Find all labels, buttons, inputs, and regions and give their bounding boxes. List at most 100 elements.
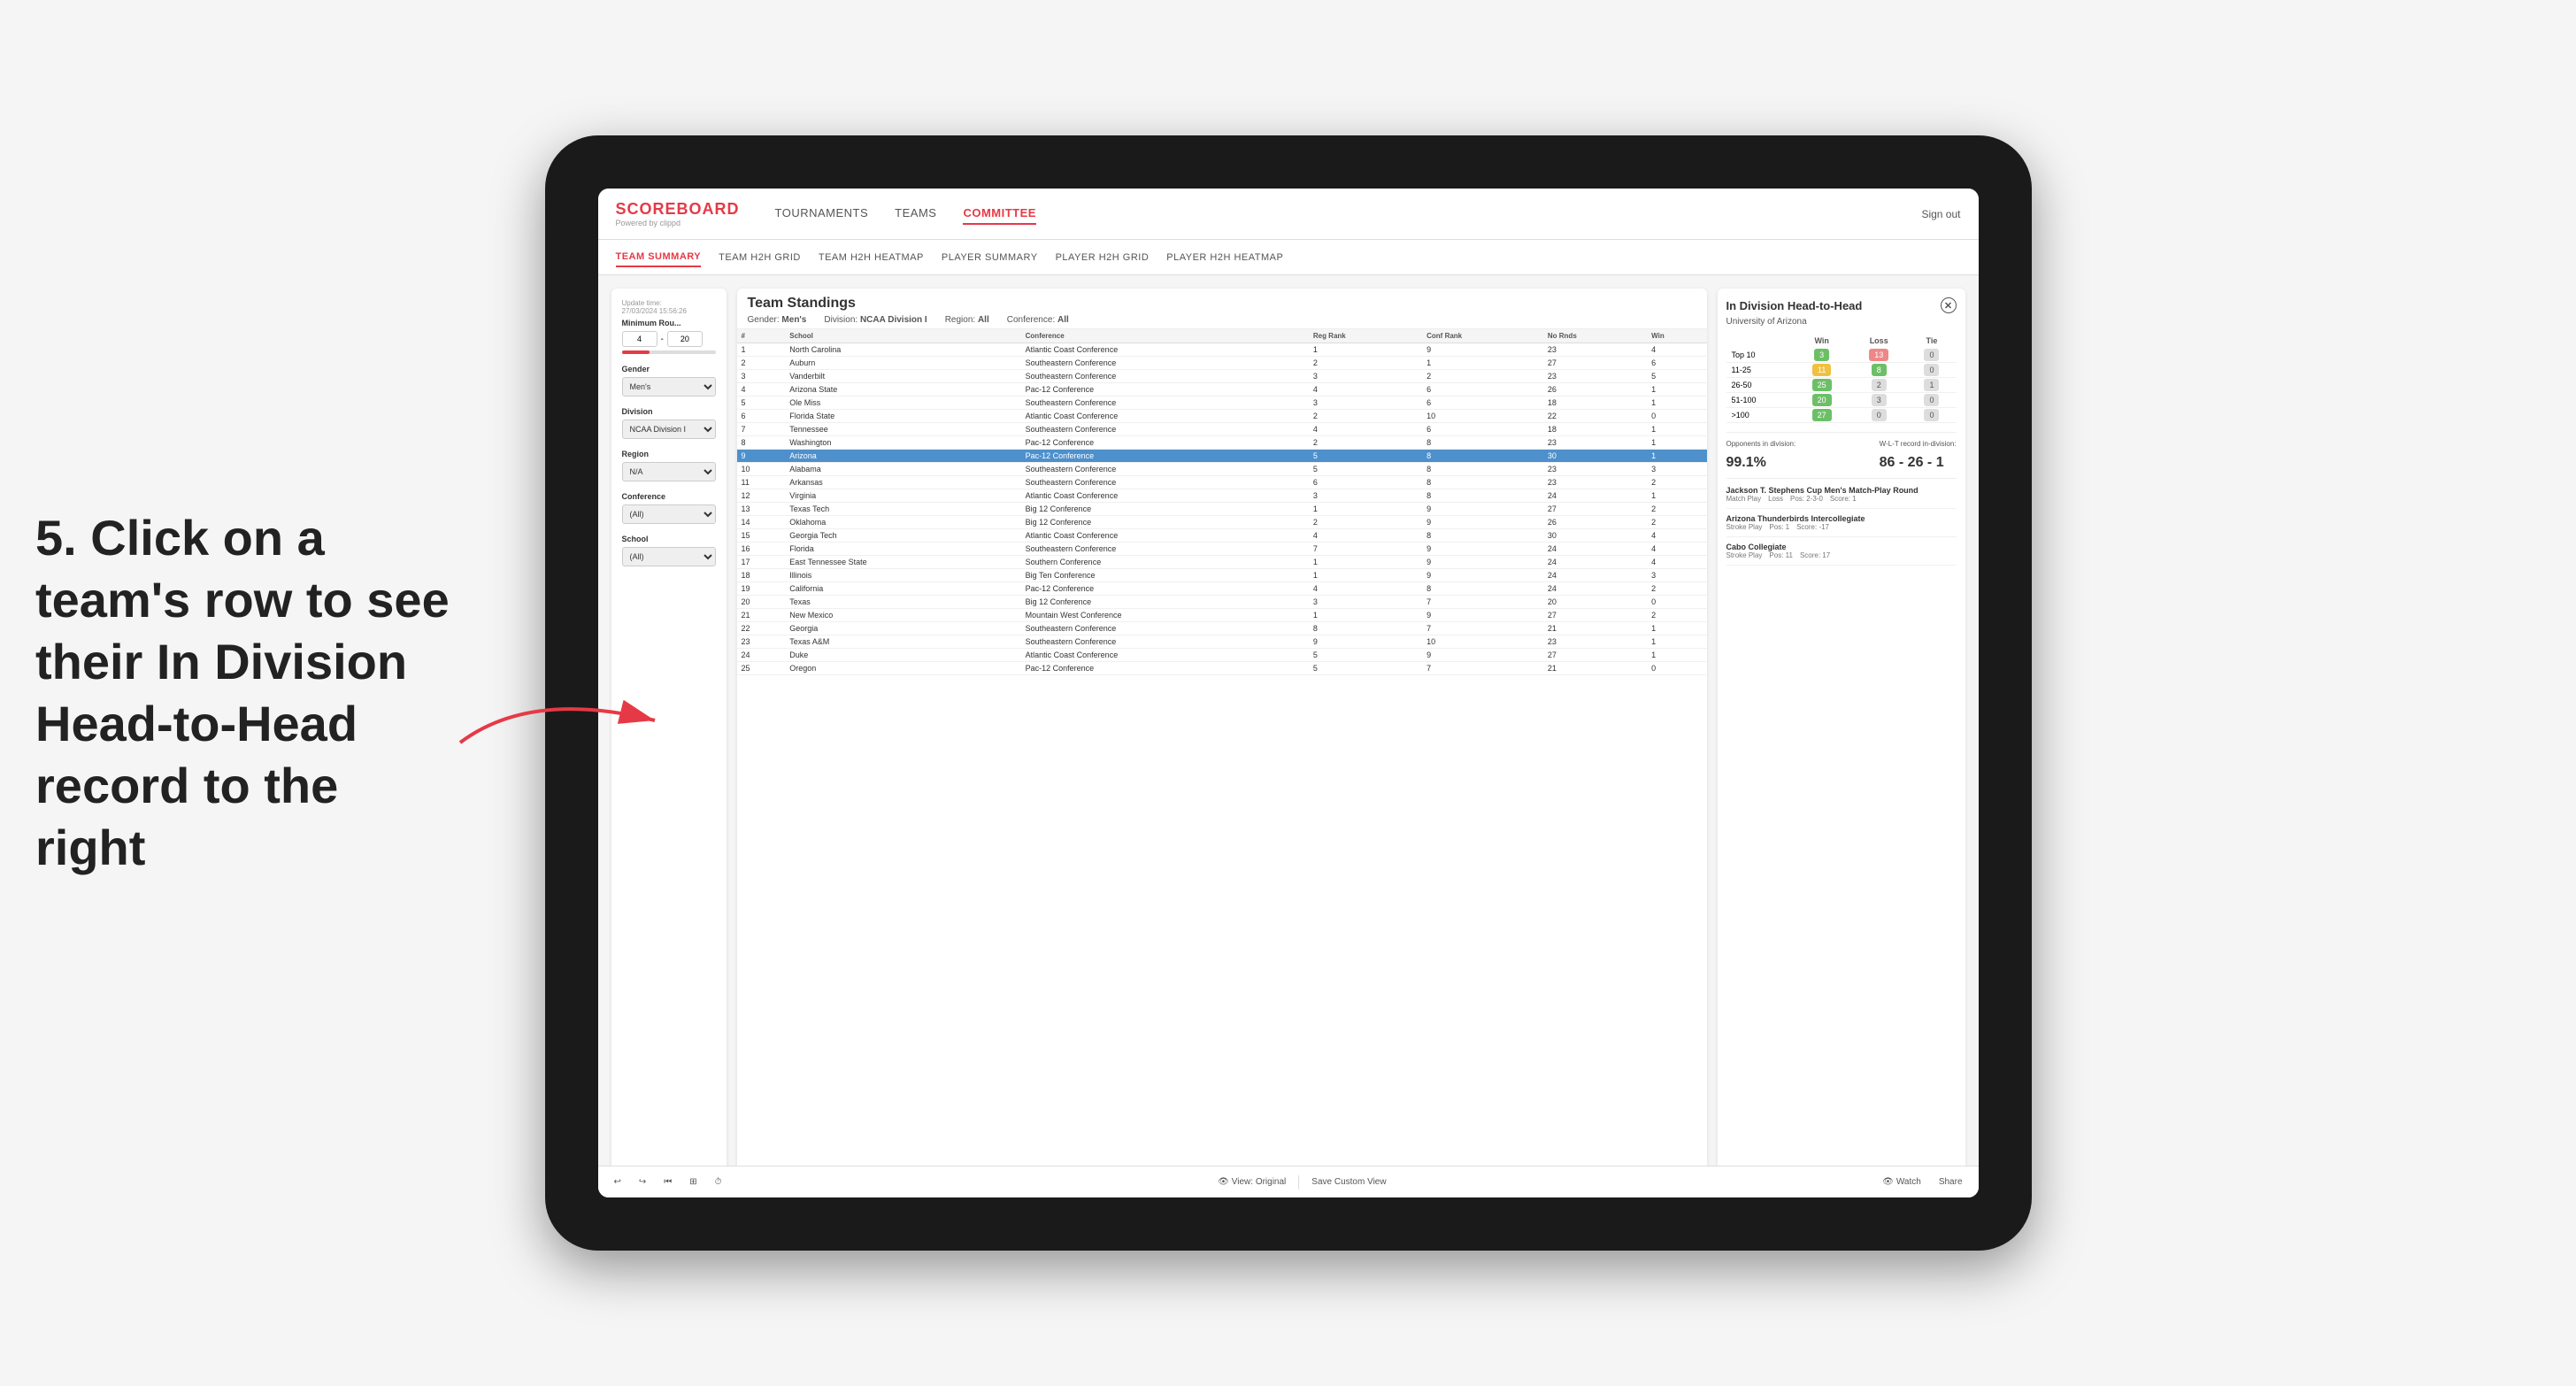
- table-row[interactable]: 15 Georgia Tech Atlantic Coast Conferenc…: [737, 529, 1707, 543]
- h2h-title: In Division Head-to-Head ✕: [1726, 297, 1957, 313]
- standings-table-scroll[interactable]: # School Conference Reg Rank Conf Rank N…: [737, 329, 1707, 675]
- sub-nav-team-summary[interactable]: TEAM SUMMARY: [616, 248, 702, 267]
- h2h-divider: [1726, 432, 1957, 433]
- min-rounds-min-input[interactable]: [622, 331, 657, 347]
- h2h-school: University of Arizona: [1726, 317, 1957, 327]
- table-row[interactable]: 3 Vanderbilt Southeastern Conference 3 2…: [737, 370, 1707, 383]
- tablet-frame: SCOREBOARD Powered by clippd TOURNAMENTS…: [545, 135, 2032, 1251]
- table-row[interactable]: 24 Duke Atlantic Coast Conference 5 9 27…: [737, 649, 1707, 662]
- division-label: Division: [622, 407, 716, 416]
- table-row[interactable]: 13 Texas Tech Big 12 Conference 1 9 27 2: [737, 503, 1707, 516]
- table-row[interactable]: 8 Washington Pac-12 Conference 2 8 23 1: [737, 436, 1707, 450]
- table-row[interactable]: 12 Virginia Atlantic Coast Conference 3 …: [737, 489, 1707, 503]
- table-row[interactable]: 9 Arizona Pac-12 Conference 5 8 30 1: [737, 450, 1707, 463]
- min-rounds-max-input[interactable]: [667, 331, 703, 347]
- step-back-button[interactable]: ⏮: [658, 1175, 677, 1189]
- nav-tournaments[interactable]: TOURNAMENTS: [775, 203, 869, 225]
- table-row[interactable]: 14 Oklahoma Big 12 Conference 2 9 26 2: [737, 516, 1707, 529]
- tournament-row: Jackson T. Stephens Cup Men's Match-Play…: [1726, 486, 1957, 509]
- sub-nav-team-h2h-heatmap[interactable]: TEAM H2H HEATMAP: [819, 249, 924, 266]
- logo-area: SCOREBOARD Powered by clippd: [616, 200, 740, 227]
- h2h-row: 51-100 20 3 0: [1726, 393, 1957, 408]
- region-label: Region: [622, 450, 716, 458]
- sub-nav-player-h2h-grid[interactable]: PLAYER H2H GRID: [1056, 249, 1150, 266]
- col-reg-rank: Reg Rank: [1309, 329, 1422, 343]
- table-row[interactable]: 7 Tennessee Southeastern Conference 4 6 …: [737, 423, 1707, 436]
- table-row[interactable]: 4 Arizona State Pac-12 Conference 4 6 26…: [737, 383, 1707, 397]
- save-custom-button[interactable]: Save Custom View: [1306, 1175, 1391, 1189]
- h2h-panel: In Division Head-to-Head ✕ University of…: [1718, 289, 1965, 1184]
- wlt-record: 86 - 26 - 1: [1880, 455, 1957, 471]
- sub-nav-player-h2h-heatmap[interactable]: PLAYER H2H HEATMAP: [1166, 249, 1283, 266]
- h2h-col-range: [1726, 334, 1794, 348]
- share-button[interactable]: Share: [1934, 1175, 1968, 1189]
- table-row[interactable]: 23 Texas A&M Southeastern Conference 9 1…: [737, 635, 1707, 649]
- table-row[interactable]: 17 East Tennessee State Southern Confere…: [737, 556, 1707, 569]
- table-row[interactable]: 16 Florida Southeastern Conference 7 9 2…: [737, 543, 1707, 556]
- nav-teams[interactable]: TEAMS: [895, 203, 936, 225]
- conference-label: Conference: [622, 492, 716, 501]
- tournament-row: Arizona Thunderbirds Intercollegiate Str…: [1726, 514, 1957, 537]
- h2h-row: 11-25 11 8 0: [1726, 363, 1957, 378]
- h2h-close-button[interactable]: ✕: [1941, 297, 1957, 313]
- division-select[interactable]: NCAA Division I: [622, 420, 716, 439]
- eye-icon: 👁: [1218, 1177, 1229, 1187]
- table-row[interactable]: 1 North Carolina Atlantic Coast Conferen…: [737, 343, 1707, 357]
- school-select[interactable]: (All): [622, 547, 716, 566]
- sign-out-button[interactable]: Sign out: [1921, 208, 1960, 220]
- col-school: School: [785, 329, 1020, 343]
- standings-header: Team Standings Gender: Men's Division: N…: [737, 289, 1707, 329]
- table-row[interactable]: 6 Florida State Atlantic Coast Conferenc…: [737, 410, 1707, 423]
- filter-school: School (All): [622, 535, 716, 566]
- table-row[interactable]: 20 Texas Big 12 Conference 3 7 20 0: [737, 596, 1707, 609]
- conference-select[interactable]: (All): [622, 504, 716, 524]
- standings-panel: Team Standings Gender: Men's Division: N…: [737, 289, 1707, 1184]
- region-select[interactable]: N/A: [622, 462, 716, 481]
- watch-icon: 👁: [1882, 1177, 1894, 1187]
- filter-min-rounds: Minimum Rou... -: [622, 319, 716, 354]
- opponents-pct: 99.1%: [1726, 455, 1796, 471]
- annotation-arrow: [442, 672, 690, 778]
- filter-gender: Gender Men's: [622, 365, 716, 397]
- table-row[interactable]: 22 Georgia Southeastern Conference 8 7 2…: [737, 622, 1707, 635]
- h2h-row: 26-50 25 2 1: [1726, 378, 1957, 393]
- sub-nav-player-summary[interactable]: PLAYER SUMMARY: [942, 249, 1038, 266]
- h2h-table: Win Loss Tie Top 10 3 13 0 11-25 11 8 0 …: [1726, 334, 1957, 423]
- h2h-col-win: Win: [1793, 334, 1850, 348]
- h2h-col-loss: Loss: [1850, 334, 1908, 348]
- nav-committee[interactable]: COMMITTEE: [963, 203, 1036, 225]
- update-time: Update time: 27/03/2024 15:56:26: [622, 299, 716, 315]
- standings-table: # School Conference Reg Rank Conf Rank N…: [737, 329, 1707, 675]
- table-row[interactable]: 10 Alabama Southeastern Conference 5 8 2…: [737, 463, 1707, 476]
- col-conference: Conference: [1021, 329, 1309, 343]
- table-row[interactable]: 21 New Mexico Mountain West Conference 1…: [737, 609, 1707, 622]
- bottom-toolbar: ↩ ↪ ⏮ ⊞ ⏱ 👁 View: Original Save Custom V…: [598, 1166, 1979, 1197]
- table-row[interactable]: 19 California Pac-12 Conference 4 8 24 2: [737, 582, 1707, 596]
- redo-button[interactable]: ↪: [634, 1175, 651, 1189]
- sub-nav: TEAM SUMMARY TEAM H2H GRID TEAM H2H HEAT…: [598, 240, 1979, 275]
- undo-button[interactable]: ↩: [609, 1175, 627, 1189]
- rounds-slider[interactable]: [622, 350, 716, 354]
- h2h-divider2: [1726, 478, 1957, 479]
- main-content: Update time: 27/03/2024 15:56:26 Minimum…: [598, 275, 1979, 1197]
- h2h-row: >100 27 0 0: [1726, 408, 1957, 423]
- table-row[interactable]: 11 Arkansas Southeastern Conference 6 8 …: [737, 476, 1707, 489]
- min-rounds-label: Minimum Rou...: [622, 319, 716, 327]
- sub-nav-team-h2h-grid[interactable]: TEAM H2H GRID: [719, 249, 801, 266]
- col-num: #: [737, 329, 786, 343]
- filter-conference: Conference (All): [622, 492, 716, 524]
- nav-items: TOURNAMENTS TEAMS COMMITTEE: [775, 203, 1922, 225]
- options-button[interactable]: ⊞: [684, 1175, 702, 1189]
- table-row[interactable]: 18 Illinois Big Ten Conference 1 9 24 3: [737, 569, 1707, 582]
- view-original-button[interactable]: 👁 View: Original: [1212, 1175, 1291, 1189]
- watch-button[interactable]: 👁 Watch: [1877, 1175, 1926, 1189]
- table-row[interactable]: 2 Auburn Southeastern Conference 2 1 27 …: [737, 357, 1707, 370]
- tablet-screen: SCOREBOARD Powered by clippd TOURNAMENTS…: [598, 189, 1979, 1197]
- logo-powered: Powered by clippd: [616, 219, 740, 227]
- table-row[interactable]: 25 Oregon Pac-12 Conference 5 7 21 0: [737, 662, 1707, 675]
- standings-meta: Gender: Men's Division: NCAA Division I …: [748, 315, 1696, 325]
- annotation-text: 5. Click on a team's row to see their In…: [35, 507, 460, 879]
- clock-icon[interactable]: ⏱: [710, 1175, 727, 1189]
- gender-select[interactable]: Men's: [622, 377, 716, 397]
- table-row[interactable]: 5 Ole Miss Southeastern Conference 3 6 1…: [737, 397, 1707, 410]
